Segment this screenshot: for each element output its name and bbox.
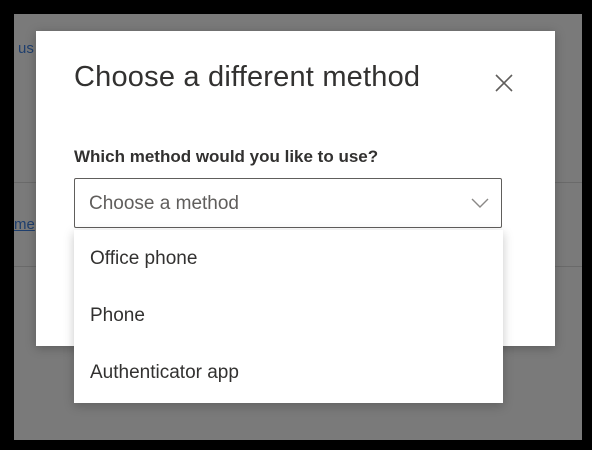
option-office-phone[interactable]: Office phone xyxy=(74,230,503,287)
dialog-title: Choose a different method xyxy=(74,61,421,93)
chevron-down-icon xyxy=(471,198,489,208)
close-button[interactable] xyxy=(488,67,520,99)
method-select[interactable]: Choose a method xyxy=(74,178,502,228)
background-link-fragment: me xyxy=(14,216,35,233)
close-icon xyxy=(495,74,513,92)
option-authenticator-app[interactable]: Authenticator app xyxy=(74,344,503,401)
method-select-value: Choose a method xyxy=(89,193,239,214)
option-phone[interactable]: Phone xyxy=(74,287,503,344)
method-dropdown-list: Office phone Phone Authenticator app xyxy=(74,230,503,403)
background-text-fragment: us xyxy=(18,40,34,57)
method-field-label: Which method would you like to use? xyxy=(74,147,379,166)
